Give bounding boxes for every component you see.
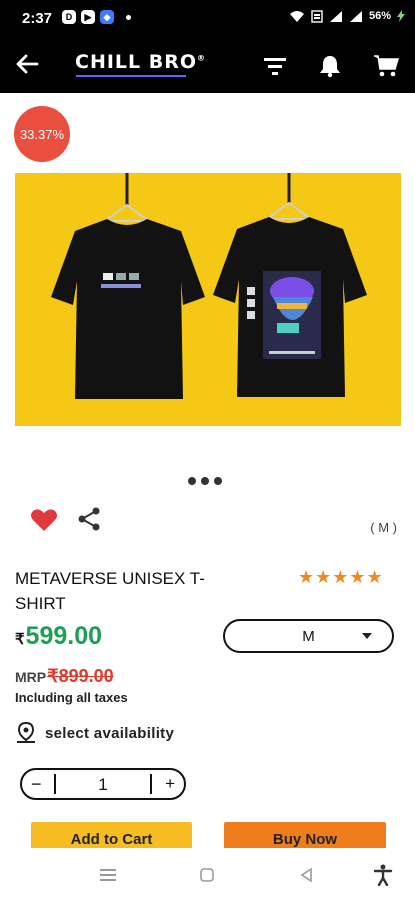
youtube-icon: ▶: [81, 10, 95, 24]
brand-logo[interactable]: CHILL BRO®: [75, 51, 206, 73]
carousel-dot[interactable]: [188, 477, 196, 485]
availability-row[interactable]: select availability: [15, 722, 174, 744]
signal-icon-2: [349, 10, 362, 22]
system-nav-bar: [0, 848, 415, 900]
chevron-down-icon: [362, 633, 372, 639]
quantity-plus-button[interactable]: +: [165, 774, 175, 794]
bell-icon[interactable]: [316, 52, 344, 80]
status-notification-icons: D ▶ ◆: [62, 10, 131, 24]
cart-icon[interactable]: [372, 52, 400, 80]
rating-stars: ★★★★★: [298, 567, 384, 587]
size-dropdown[interactable]: M: [223, 619, 394, 653]
selected-size-note: ( M ): [370, 520, 397, 535]
brand-logo-mark: ®: [197, 53, 207, 63]
accessibility-icon[interactable]: [371, 863, 395, 887]
quantity-value[interactable]: 1: [22, 775, 184, 795]
location-pin-icon: [17, 722, 35, 743]
brand-logo-underline: [76, 75, 186, 77]
recents-icon[interactable]: [96, 863, 120, 887]
brand-logo-text: CHILL BRO: [75, 51, 198, 73]
mrp: MRP ₹899.00: [15, 666, 114, 687]
share-icon[interactable]: [76, 506, 102, 532]
battery-level: 56%: [368, 10, 391, 22]
divider: [150, 774, 152, 794]
signal-icon: [329, 10, 342, 22]
carousel-indicator[interactable]: [188, 477, 222, 485]
notification-dot: [126, 14, 131, 20]
home-icon[interactable]: [195, 863, 219, 887]
filter-icon[interactable]: [261, 52, 289, 80]
charging-icon: [397, 10, 405, 22]
carousel-dot[interactable]: [201, 477, 209, 485]
d-icon: D: [62, 10, 76, 24]
status-system-icons: 56%: [289, 9, 405, 23]
price: ₹ 599.00: [15, 622, 102, 651]
status-bar: 2:37 D ▶ ◆ 56%: [0, 0, 415, 37]
taxes-note: Including all taxes: [15, 690, 128, 705]
back-arrow-icon[interactable]: [13, 50, 41, 78]
price-currency: ₹: [15, 631, 25, 648]
back-icon[interactable]: [294, 863, 318, 887]
app-header: CHILL BRO®: [0, 37, 415, 93]
size-value: M: [302, 627, 315, 645]
volte-icon: [311, 9, 323, 23]
heart-icon[interactable]: [30, 507, 58, 533]
app-icon: ◆: [100, 10, 114, 24]
quantity-stepper[interactable]: − 1 +: [20, 768, 186, 800]
product-image[interactable]: [15, 173, 401, 426]
mrp-value: ₹899.00: [47, 666, 114, 686]
price-value: 599.00: [25, 622, 103, 650]
status-time: 2:37: [22, 10, 53, 27]
discount-badge: 33.37%: [14, 106, 70, 162]
availability-label: select availability: [45, 724, 175, 742]
wifi-icon: [289, 11, 304, 22]
carousel-dot[interactable]: [214, 477, 222, 485]
product-title: METAVERSE UNISEX T-SHIRT: [15, 569, 205, 613]
mrp-label: MRP: [15, 669, 47, 685]
